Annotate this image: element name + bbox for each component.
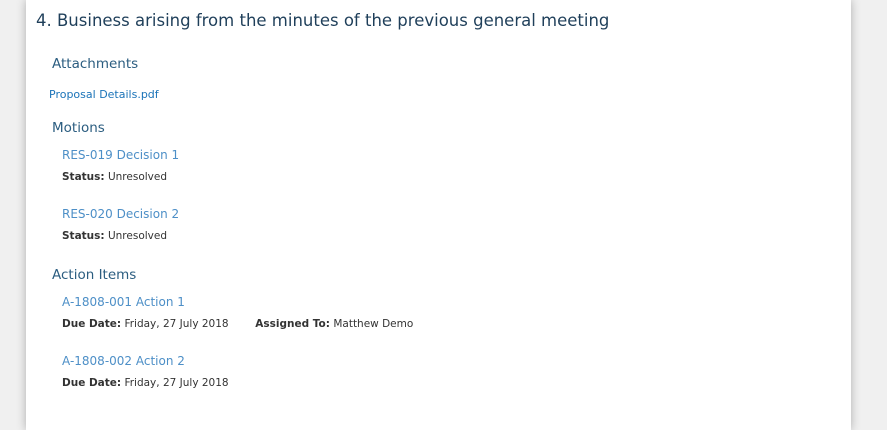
due-date-label: Due Date:	[62, 318, 122, 330]
motion-status-res-020: Status: Unresolved	[62, 230, 167, 242]
action-item-details-a-1808-001: Due Date: Friday, 27 July 2018 Assigned …	[62, 318, 413, 330]
status-value: Unresolved	[107, 171, 168, 183]
attachment-link-proposal-details[interactable]: Proposal Details.pdf	[49, 88, 159, 101]
status-label: Status:	[62, 171, 105, 183]
status-value: Unresolved	[107, 230, 168, 242]
motion-link-res-019[interactable]: RES-019 Decision 1	[62, 148, 179, 162]
motion-link-res-020[interactable]: RES-020 Decision 2	[62, 207, 179, 221]
agenda-item-title: 4. Business arising from the minutes of …	[36, 11, 610, 30]
assigned-to-value: Matthew Demo	[333, 318, 414, 330]
due-date-label: Due Date:	[62, 377, 122, 389]
status-label: Status:	[62, 230, 105, 242]
agenda-item-card: 4. Business arising from the minutes of …	[26, 0, 851, 430]
due-date-value: Friday, 27 July 2018	[124, 318, 229, 330]
assigned-to-label: Assigned To:	[255, 318, 330, 330]
action-item-link-a-1808-001[interactable]: A-1808-001 Action 1	[62, 295, 185, 309]
due-date-value: Friday, 27 July 2018	[124, 377, 229, 389]
motions-heading: Motions	[52, 120, 105, 136]
attachments-heading: Attachments	[52, 56, 139, 72]
motion-status-res-019: Status: Unresolved	[62, 171, 167, 183]
action-items-heading: Action Items	[52, 267, 137, 283]
action-item-details-a-1808-002: Due Date: Friday, 27 July 2018	[62, 377, 229, 389]
action-item-link-a-1808-002[interactable]: A-1808-002 Action 2	[62, 354, 185, 368]
